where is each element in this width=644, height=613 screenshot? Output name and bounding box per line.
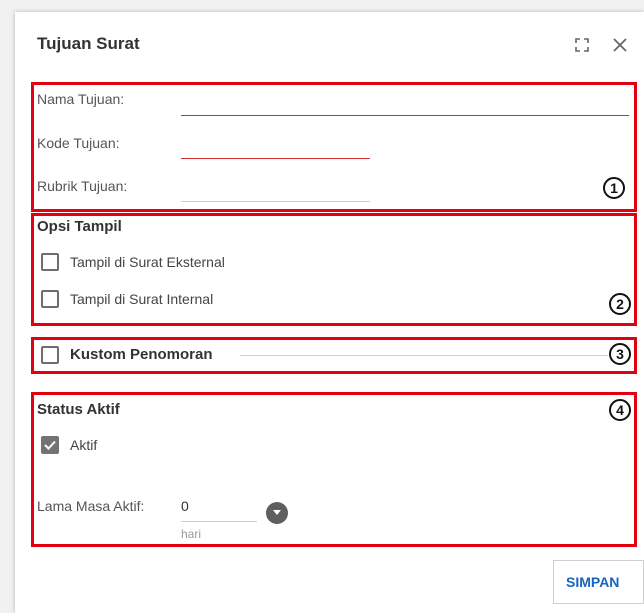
expand-icon[interactable]	[572, 35, 592, 55]
section-status-highlight	[31, 392, 637, 547]
save-button[interactable]: SIMPAN	[553, 560, 644, 604]
kustom-penomoran-checkbox[interactable]	[41, 346, 59, 364]
chevron-down-icon	[273, 510, 281, 515]
tampil-internal-label: Tampil di Surat Internal	[70, 291, 214, 307]
status-aktif-title: Status Aktif	[37, 401, 120, 418]
tampil-eksternal-checkbox[interactable]	[41, 253, 59, 271]
kode-tujuan-label: Kode Tujuan:	[37, 135, 120, 151]
nama-tujuan-label: Nama Tujuan:	[37, 91, 125, 107]
close-icon[interactable]	[610, 35, 630, 55]
lama-masa-aktif-suffix: hari	[181, 527, 202, 541]
aktif-label: Aktif	[70, 437, 98, 453]
kustom-penomoran-divider	[240, 355, 608, 356]
lama-masa-aktif-dropdown[interactable]	[266, 502, 288, 524]
opsi-tampil-title: Opsi Tampil	[37, 218, 122, 235]
tampil-internal-checkbox[interactable]	[41, 290, 59, 308]
rubrik-tujuan-input[interactable]	[181, 201, 370, 202]
dialog-title: Tujuan Surat	[37, 34, 140, 53]
rubrik-tujuan-label: Rubrik Tujuan:	[37, 178, 128, 194]
section-number-badge: 3	[609, 343, 631, 365]
kode-tujuan-input[interactable]	[181, 158, 370, 159]
aktif-checkbox[interactable]	[41, 436, 59, 454]
kustom-penomoran-label: Kustom Penomoran	[70, 346, 213, 363]
section-number-badge: 1	[603, 177, 625, 199]
section-number-badge: 2	[609, 293, 631, 315]
check-icon	[44, 440, 56, 450]
tampil-eksternal-label: Tampil di Surat Eksternal	[70, 254, 225, 270]
lama-masa-aktif-input[interactable]	[181, 497, 257, 515]
section-number-badge: 4	[609, 399, 631, 421]
nama-tujuan-input[interactable]	[181, 115, 629, 116]
lama-masa-aktif-label: Lama Masa Aktif:	[37, 498, 145, 514]
lama-masa-aktif-underline	[181, 521, 257, 522]
